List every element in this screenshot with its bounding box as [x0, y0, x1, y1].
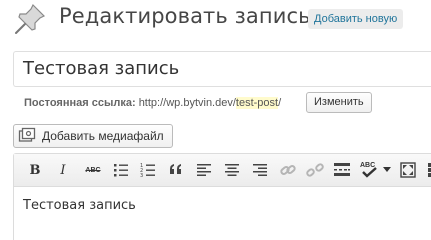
- editor-toolbar: B I ABC 123 ABC: [14, 154, 431, 187]
- fullscreen-icon[interactable]: [398, 160, 418, 180]
- permalink-label: Постоянная ссылка:: [24, 97, 136, 109]
- edit-permalink-button[interactable]: Изменить: [306, 92, 372, 113]
- blockquote-icon[interactable]: [166, 160, 186, 180]
- permalink-row: Постоянная ссылка: http://wp.bytvin.dev/…: [24, 95, 281, 112]
- pushpin-icon: [15, 3, 46, 34]
- bullet-list-icon[interactable]: [111, 160, 131, 180]
- strikethrough-label: ABC: [85, 166, 101, 174]
- edit-post-screen: Редактировать запись Добавить новую Тест…: [0, 0, 431, 240]
- page-title: Редактировать запись: [59, 4, 311, 28]
- align-center-icon[interactable]: [222, 160, 242, 180]
- strikethrough-icon[interactable]: ABC: [82, 160, 104, 180]
- align-right-icon[interactable]: [250, 160, 270, 180]
- bold-icon[interactable]: B: [25, 160, 45, 180]
- align-left-icon[interactable]: [194, 160, 214, 180]
- permalink-trailing-slash: /: [278, 97, 282, 109]
- numbered-list-icon[interactable]: 123: [138, 160, 158, 180]
- link-icon[interactable]: [278, 160, 298, 180]
- italic-label: I: [60, 162, 66, 178]
- post-title-input[interactable]: Тестовая запись: [13, 51, 431, 87]
- media-icon: [18, 127, 36, 142]
- add-media-label: Добавить медиафайл: [42, 129, 164, 143]
- add-new-button[interactable]: Добавить новую: [308, 9, 404, 29]
- svg-text:3: 3: [140, 173, 143, 178]
- editor-content[interactable]: Тестовая запись: [14, 187, 431, 213]
- unlink-icon[interactable]: [305, 160, 325, 180]
- bold-label: B: [29, 162, 41, 178]
- permalink-base-url: http://wp.bytvin.dev/: [138, 97, 236, 109]
- read-more-icon[interactable]: [332, 160, 352, 180]
- italic-icon[interactable]: I: [53, 160, 73, 180]
- permalink-slug[interactable]: test-post: [235, 97, 279, 109]
- svg-text:ABC: ABC: [360, 162, 375, 169]
- add-media-button[interactable]: Добавить медиафайл: [13, 124, 173, 148]
- post-editor: B I ABC 123 ABC Тестовая запись: [13, 153, 431, 240]
- spellcheck-icon[interactable]: ABC: [360, 160, 382, 180]
- dropdown-icon[interactable]: [382, 160, 392, 180]
- kitchen-sink-icon[interactable]: [425, 160, 431, 180]
